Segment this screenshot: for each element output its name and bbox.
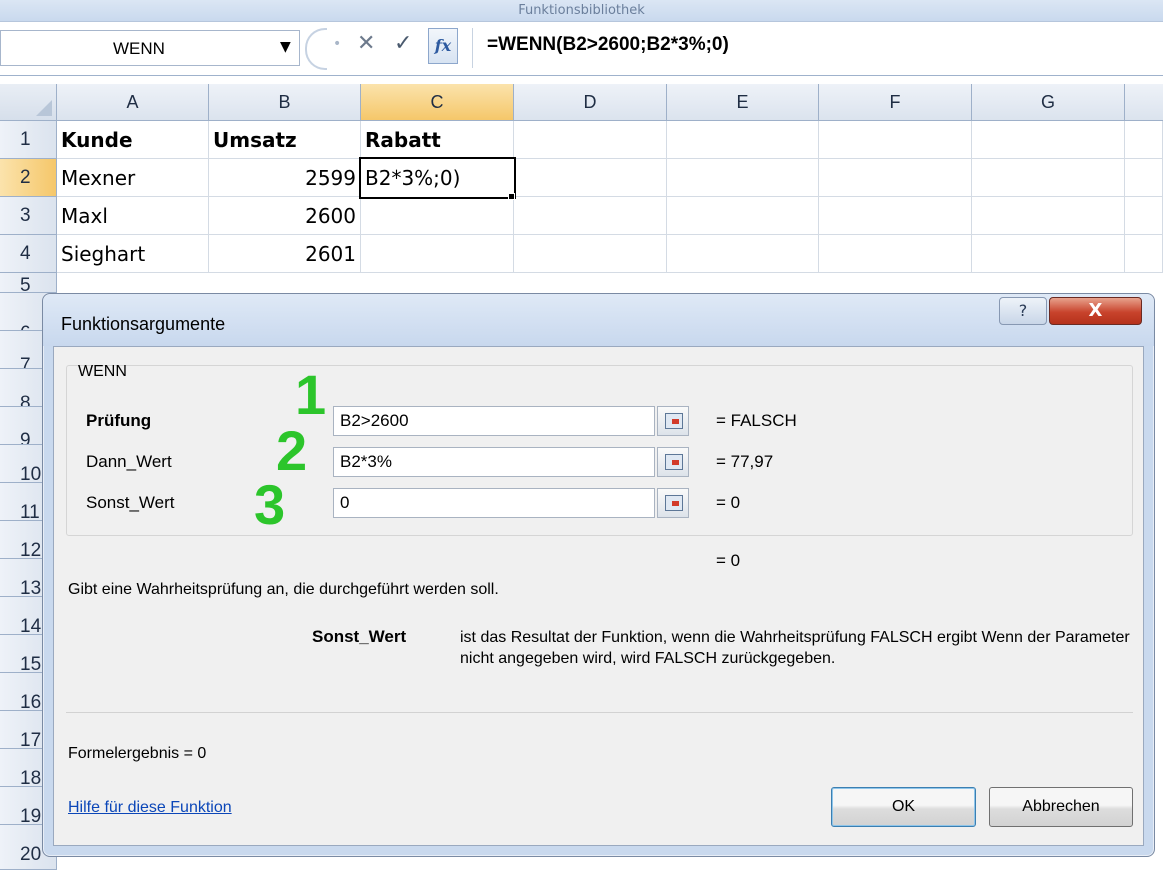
cell-f3[interactable]	[819, 197, 972, 235]
column-header-a[interactable]: A	[57, 84, 209, 121]
arg-result-sonst-wert: = 0	[716, 493, 741, 512]
column-header-f[interactable]: F	[819, 84, 972, 121]
cell-d2[interactable]	[514, 159, 667, 197]
annotation-marker-3: 3	[254, 473, 286, 536]
cell-d3[interactable]	[514, 197, 667, 235]
row-header-1[interactable]: 1	[0, 121, 57, 159]
arg-result-dann-wert: = 77,97	[716, 452, 774, 471]
cancel-icon[interactable]: ✕	[357, 33, 375, 55]
formula-bar-separator	[305, 28, 327, 70]
fill-handle[interactable]	[508, 193, 515, 200]
parameter-name: Sonst_Wert	[312, 627, 407, 646]
cell-h2[interactable]	[1125, 159, 1163, 197]
cell-c3[interactable]	[361, 197, 514, 235]
cell-g3[interactable]	[972, 197, 1125, 235]
row-header-5[interactable]: 5	[0, 273, 57, 296]
cell-b1[interactable]: Umsatz	[209, 121, 361, 159]
cell-d4[interactable]	[514, 235, 667, 273]
ok-button[interactable]: OK	[831, 787, 976, 827]
formula-result: Formelergebnis = 0	[68, 745, 207, 762]
formula-bar: WENN ▼ • ✕ ✓ fx =WENN(B2>2600;B2*3%;0)	[0, 22, 1163, 76]
help-link[interactable]: Hilfe für diese Funktion	[68, 799, 232, 817]
divider	[66, 712, 1133, 713]
resize-dot-icon[interactable]: •	[333, 36, 341, 52]
close-button[interactable]: X	[1049, 297, 1142, 325]
enter-check-icon[interactable]: ✓	[394, 33, 412, 55]
cell-a1[interactable]: Kunde	[57, 121, 209, 159]
cell-g4[interactable]	[972, 235, 1125, 273]
cell-c1[interactable]: Rabatt	[361, 121, 514, 159]
dialog-titlebar[interactable]: Funktionsargumente ? X	[43, 294, 1154, 346]
parameter-description: ist das Resultat der Funktion, wenn die …	[460, 629, 1130, 667]
cell-a2[interactable]: Mexner	[57, 159, 209, 197]
arg-label-pruefung: Prüfung	[86, 411, 152, 430]
collapse-dialog-icon	[665, 454, 683, 470]
formula-divider	[472, 28, 473, 68]
function-arguments-dialog: Funktionsargumente ? X WENN Prüfung B2>2…	[42, 293, 1155, 857]
cell-c2-active[interactable]: B2*3%;0)	[359, 157, 516, 199]
arg-input-dann-wert[interactable]: B2*3%	[333, 447, 655, 477]
cell-a4[interactable]: Sieghart	[57, 235, 209, 273]
ribbon-group-label: Funktionsbibliothek	[518, 3, 645, 18]
dialog-title: Funktionsargumente	[61, 314, 226, 334]
cancel-button[interactable]: Abbrechen	[989, 787, 1133, 827]
column-header-b[interactable]: B	[209, 84, 361, 121]
collapse-dialog-icon	[665, 495, 683, 511]
annotation-marker-2: 2	[276, 419, 308, 482]
collapse-dialog-button-2[interactable]	[657, 447, 689, 477]
cell-h4[interactable]	[1125, 235, 1163, 273]
cell-e4[interactable]	[667, 235, 819, 273]
arg-result-pruefung: = FALSCH	[716, 411, 797, 430]
cell-c4[interactable]	[361, 235, 514, 273]
cell-g2[interactable]	[972, 159, 1125, 197]
cell-e1[interactable]	[667, 121, 819, 159]
collapse-dialog-icon	[665, 413, 683, 429]
cell-d1[interactable]	[514, 121, 667, 159]
column-header-e[interactable]: E	[667, 84, 819, 121]
cell-g1[interactable]	[972, 121, 1125, 159]
corner-triangle-icon	[36, 100, 52, 116]
cell-b3[interactable]: 2600	[209, 197, 361, 235]
arg-input-sonst-wert[interactable]: 0	[333, 488, 655, 518]
function-name-label: WENN	[78, 363, 127, 380]
cell-f1[interactable]	[819, 121, 972, 159]
cell-h1[interactable]	[1125, 121, 1163, 159]
row-header-4[interactable]: 4	[0, 235, 57, 273]
select-all-corner[interactable]	[0, 84, 57, 121]
dropdown-arrow-icon[interactable]: ▼	[280, 39, 291, 55]
arg-label-dann-wert: Dann_Wert	[86, 452, 172, 471]
arg-label-sonst-wert: Sonst_Wert	[86, 493, 175, 512]
cell-b2[interactable]: 2599	[209, 159, 361, 197]
column-header-c[interactable]: C	[361, 84, 514, 121]
function-description: Gibt eine Wahrheitsprüfung an, die durch…	[68, 581, 499, 598]
ribbon-strip: Funktionsbibliothek	[0, 0, 1163, 22]
name-box-value: WENN	[113, 39, 165, 58]
insert-function-button[interactable]: fx	[428, 28, 458, 64]
function-total-result: = 0	[716, 551, 741, 570]
row-header-3[interactable]: 3	[0, 197, 57, 235]
column-header-g[interactable]: G	[972, 84, 1125, 121]
help-button[interactable]: ?	[999, 297, 1047, 325]
cell-a3[interactable]: Maxl	[57, 197, 209, 235]
cell-h3[interactable]	[1125, 197, 1163, 235]
cell-e3[interactable]	[667, 197, 819, 235]
annotation-marker-1: 1	[295, 363, 327, 426]
formula-input[interactable]: =WENN(B2>2600;B2*3%;0)	[487, 34, 729, 56]
column-header-d[interactable]: D	[514, 84, 667, 121]
cell-f2[interactable]	[819, 159, 972, 197]
name-box[interactable]: WENN ▼	[0, 30, 300, 66]
dialog-body: WENN Prüfung B2>2600 = FALSCH Dann_Wert …	[53, 346, 1144, 846]
column-header-h[interactable]	[1125, 84, 1163, 121]
cell-f4[interactable]	[819, 235, 972, 273]
arg-input-pruefung[interactable]: B2>2600	[333, 406, 655, 436]
collapse-dialog-button-1[interactable]	[657, 406, 689, 436]
cell-e2[interactable]	[667, 159, 819, 197]
cell-b4[interactable]: 2601	[209, 235, 361, 273]
row-header-2[interactable]: 2	[0, 159, 57, 197]
collapse-dialog-button-3[interactable]	[657, 488, 689, 518]
